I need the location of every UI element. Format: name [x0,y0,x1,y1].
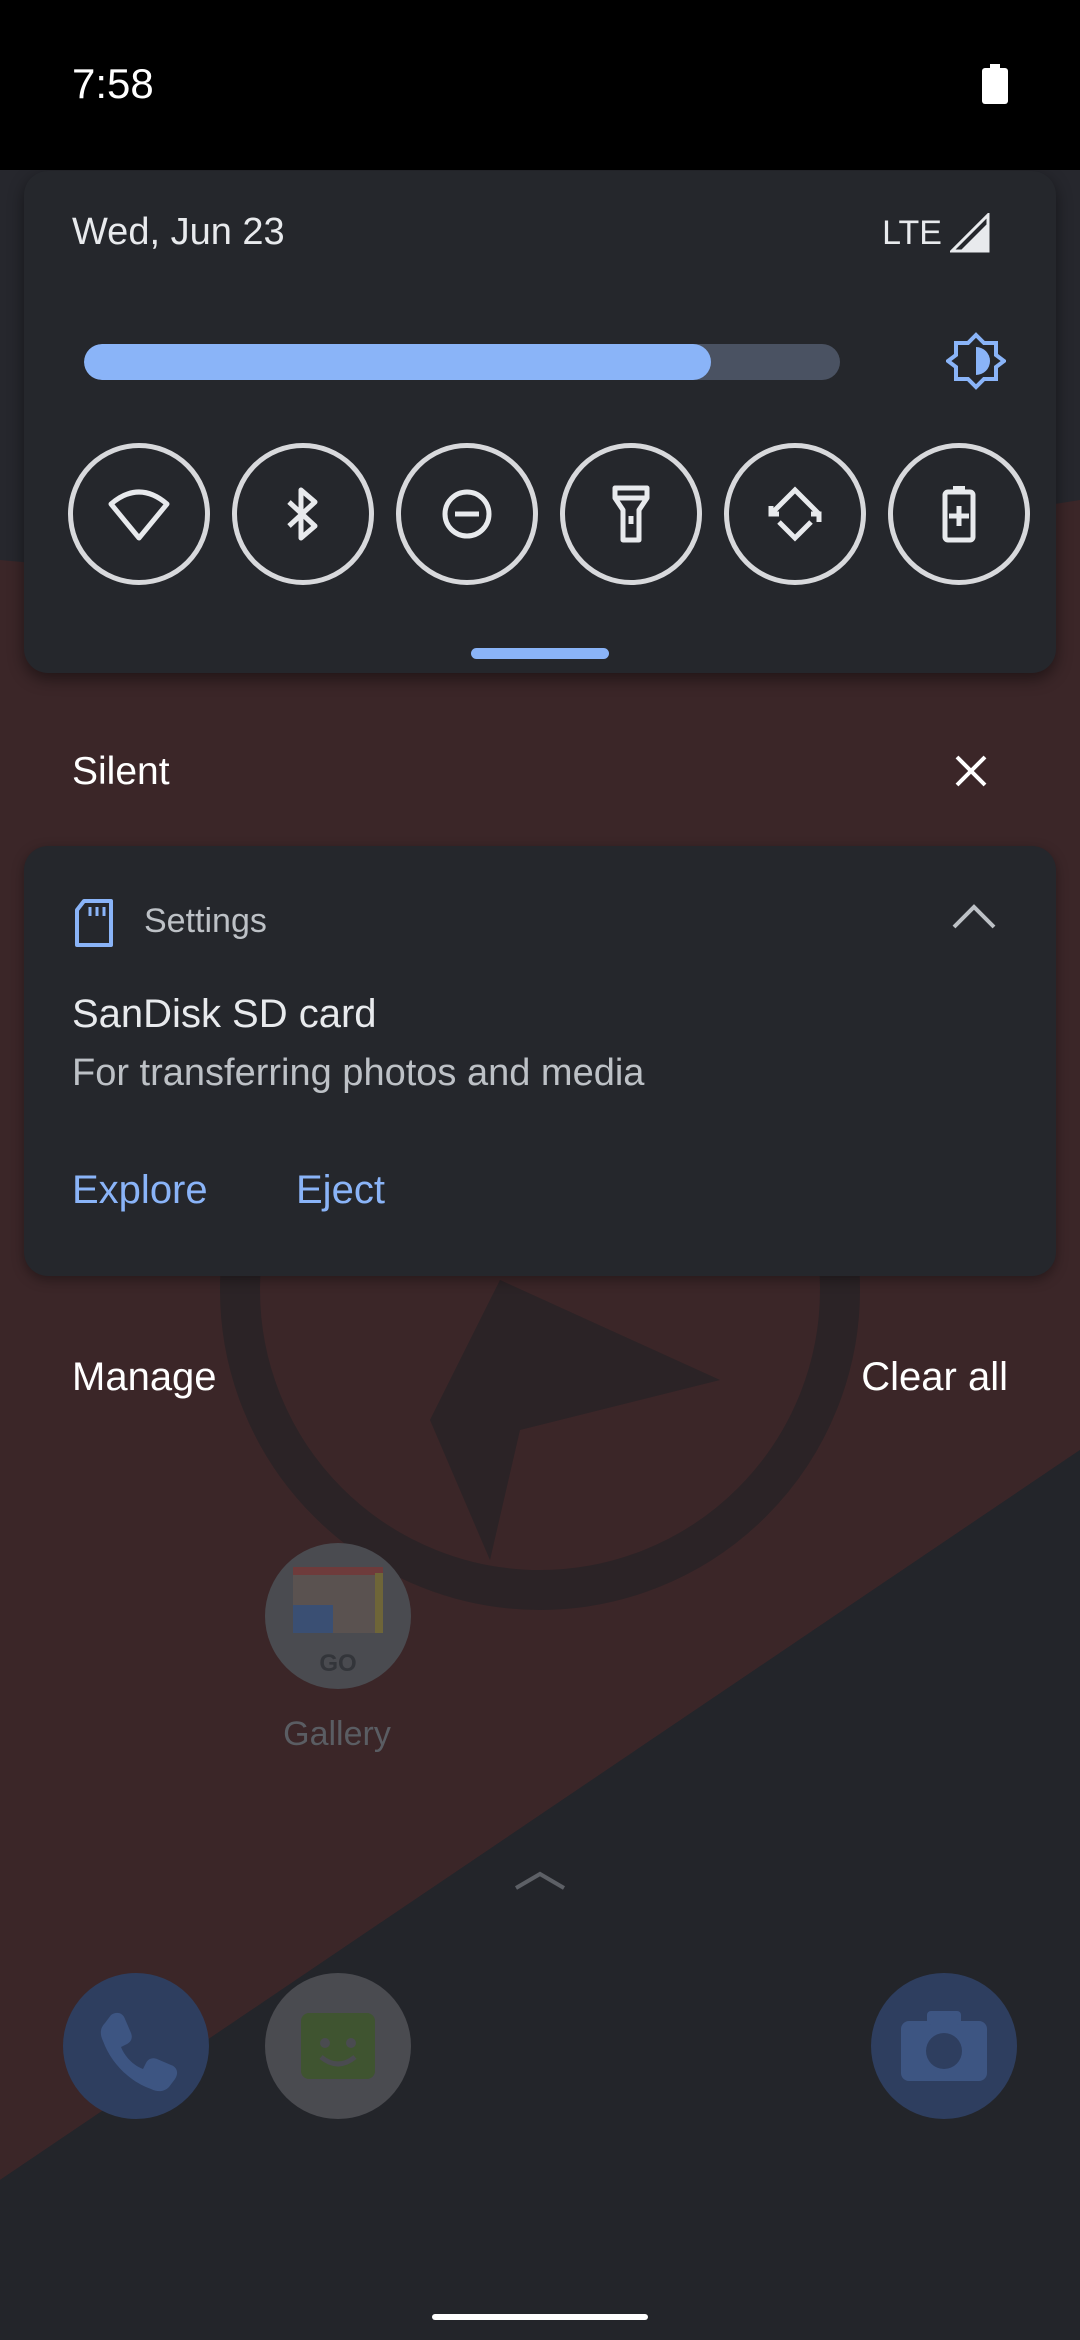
battery-saver-tile[interactable] [888,443,1030,585]
gallery-label: Gallery [283,1715,391,1753]
gallery-app-icon[interactable]: GO [265,1543,411,1694]
silent-section-label: Silent [72,750,170,793]
status-bar: 7:58 [0,0,1080,170]
quick-settings-tiles [68,443,1030,585]
flashlight-tile[interactable] [560,443,702,585]
qs-date: Wed, Jun 23 [72,211,285,253]
wifi-icon [108,489,170,541]
explore-button[interactable]: Explore [72,1168,208,1213]
sd-card-icon [75,899,113,947]
bluetooth-icon [287,487,318,541]
do-not-disturb-icon [442,489,492,539]
phone-app-icon[interactable] [63,1973,209,2124]
clear-all-button[interactable]: Clear all [861,1355,1008,1400]
app-drawer-chevron-icon[interactable] [512,1868,568,1892]
messages-app-icon[interactable] [265,1973,411,2124]
notification-title: SanDisk SD card [72,992,377,1036]
signal-strength-icon [950,213,990,253]
bluetooth-tile[interactable] [232,443,374,585]
gesture-nav-handle[interactable] [432,2314,648,2320]
qs-expand-handle[interactable] [471,648,609,659]
auto-rotate-icon [768,486,822,542]
network-type-label: LTE [882,213,942,252]
brightness-slider[interactable] [84,344,840,380]
network-status: LTE [882,213,990,253]
notification-text: For transferring photos and media [72,1052,645,1094]
quick-settings-panel: Wed, Jun 23 LTE [24,171,1056,673]
eject-button[interactable]: Eject [296,1168,385,1213]
battery-saver-icon [942,486,976,543]
wifi-tile[interactable] [68,443,210,585]
auto-rotate-tile[interactable] [724,443,866,585]
status-time: 7:58 [72,60,154,107]
brightness-fill [84,344,712,380]
chevron-up-icon[interactable] [950,901,998,931]
flashlight-icon [612,485,650,543]
auto-brightness-icon[interactable] [946,331,1006,391]
camera-app-icon[interactable] [871,1973,1017,2124]
do-not-disturb-tile[interactable] [396,443,538,585]
gallery-badge: GO [319,1650,356,1677]
manage-button[interactable]: Manage [72,1355,217,1400]
sd-card-notification[interactable]: Settings SanDisk SD card For transferrin… [24,846,1056,1276]
notification-app-name: Settings [144,902,267,940]
close-icon[interactable] [947,747,995,795]
battery-icon [982,64,1008,104]
